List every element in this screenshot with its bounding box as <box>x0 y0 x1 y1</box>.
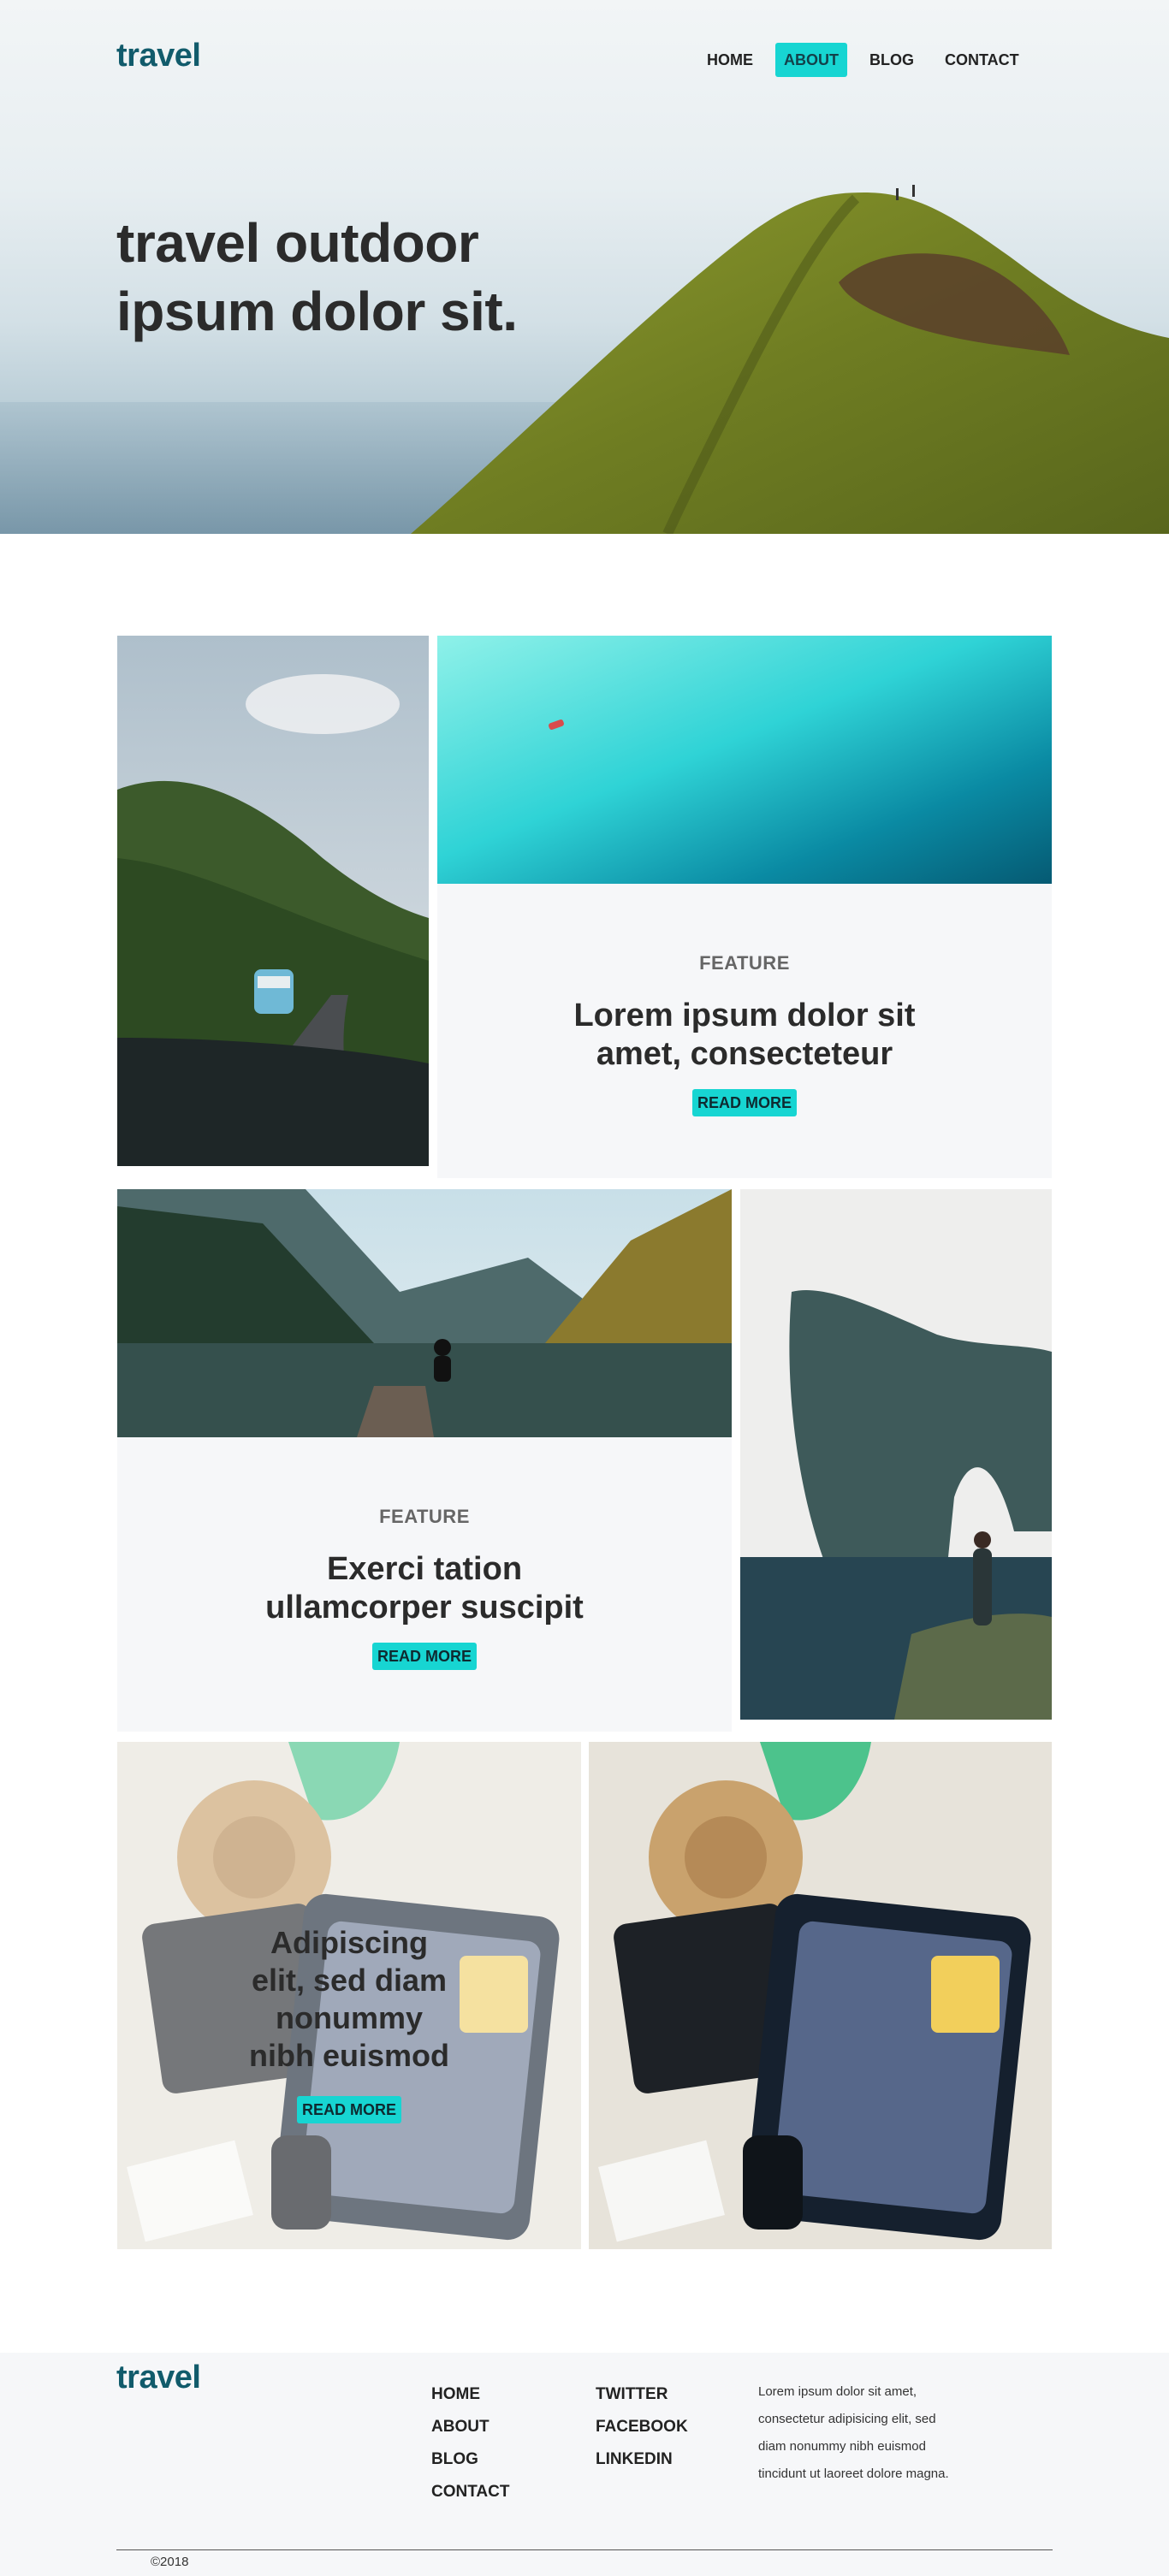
nav-blog[interactable]: BLOG <box>861 43 923 77</box>
overlay-caption: Adipiscing elit, sed diam nonummy nibh e… <box>117 1742 581 2249</box>
suitcase-flatlay-photo: Adipiscing elit, sed diam nonummy nibh e… <box>117 1742 581 2249</box>
sea-arch-photo <box>740 1189 1052 1720</box>
hero-title-line2: ipsum dolor sit. <box>116 281 518 342</box>
road-van-photo <box>117 636 429 1166</box>
feature-panel-2: FEATURE Exerci tation ullamcorper suscip… <box>117 1437 732 1732</box>
main-nav: HOME ABOUT BLOG CONTACT <box>685 43 1028 77</box>
footer-link-twitter[interactable]: TWITTER <box>596 2378 688 2411</box>
feature-title-line1: Exerci tation <box>326 1551 523 1587</box>
copyright: ©2018 <box>151 2555 189 2569</box>
footer-link-home[interactable]: HOME <box>431 2378 509 2411</box>
feature-label: FEATURE <box>699 952 790 974</box>
feature-panel-1: FEATURE Lorem ipsum dolor sit amet, cons… <box>437 884 1052 1178</box>
overlay-title: Adipiscing elit, sed diam nonummy nibh e… <box>221 1924 478 2075</box>
footer-about-line: tincidunt ut laoreet dolore magna. <box>758 2466 949 2481</box>
feature-title: Lorem ipsum dolor sit amet, consecteteur <box>437 997 1052 1074</box>
hero-title: travel outdoor ipsum dolor sit. <box>116 209 647 346</box>
feature-title: Exerci tation ullamcorper suscipit <box>117 1550 732 1627</box>
nav-contact[interactable]: CONTACT <box>936 43 1028 77</box>
footer-about-text: Lorem ipsum dolor sit amet, consectetur … <box>758 2378 1006 2488</box>
site-logo[interactable]: travel <box>116 38 201 74</box>
footer-link-about[interactable]: ABOUT <box>431 2411 509 2443</box>
hero-section: travel HOME ABOUT BLOG CONTACT travel ou… <box>0 0 1169 534</box>
footer-logo[interactable]: travel <box>116 2360 201 2396</box>
read-more-button[interactable]: READ MORE <box>296 2096 401 2123</box>
footer-link-facebook[interactable]: FACEBOOK <box>596 2411 688 2443</box>
feature-label: FEATURE <box>379 1506 470 1527</box>
feature-title-line2: amet, consecteteur <box>596 1036 893 1072</box>
feature-title-line2: ullamcorper suscipit <box>265 1590 584 1626</box>
feature-title-line1: Lorem ipsum dolor sit <box>573 998 916 1033</box>
read-more-button[interactable]: READ MORE <box>371 1643 477 1670</box>
site-footer: travel HOME ABOUT BLOG CONTACT TWITTER F… <box>0 2353 1169 2576</box>
footer-link-blog[interactable]: BLOG <box>431 2443 509 2476</box>
nav-about[interactable]: ABOUT <box>775 43 847 77</box>
footer-about-line: Lorem ipsum dolor sit amet, <box>758 2384 917 2399</box>
suitcase-flatlay-photo <box>589 1742 1052 2249</box>
footer-nav: HOME ABOUT BLOG CONTACT <box>431 2378 509 2508</box>
overlay-title-line2: elit, sed diam <box>251 1963 448 1998</box>
footer-divider <box>116 2549 1053 2550</box>
overlay-title-line4: nibh euismod <box>249 2038 449 2073</box>
footer-about-line: consectetur adipisicing elit, sed <box>758 2412 936 2426</box>
footer-link-linkedin[interactable]: LINKEDIN <box>596 2443 688 2476</box>
overlay-title-line1: Adipiscing <box>270 1925 428 1960</box>
hero-title-line1: travel outdoor <box>116 212 479 274</box>
lake-pier-photo <box>117 1189 732 1437</box>
nav-home[interactable]: HOME <box>698 43 762 77</box>
ocean-kayak-photo <box>437 636 1052 884</box>
overlay-title-line3: nonummy <box>275 2000 423 2035</box>
read-more-button[interactable]: READ MORE <box>691 1089 797 1116</box>
footer-about-line: diam nonummy nibh euismod <box>758 2439 926 2454</box>
footer-link-contact[interactable]: CONTACT <box>431 2476 509 2508</box>
footer-social: TWITTER FACEBOOK LINKEDIN <box>596 2378 688 2476</box>
